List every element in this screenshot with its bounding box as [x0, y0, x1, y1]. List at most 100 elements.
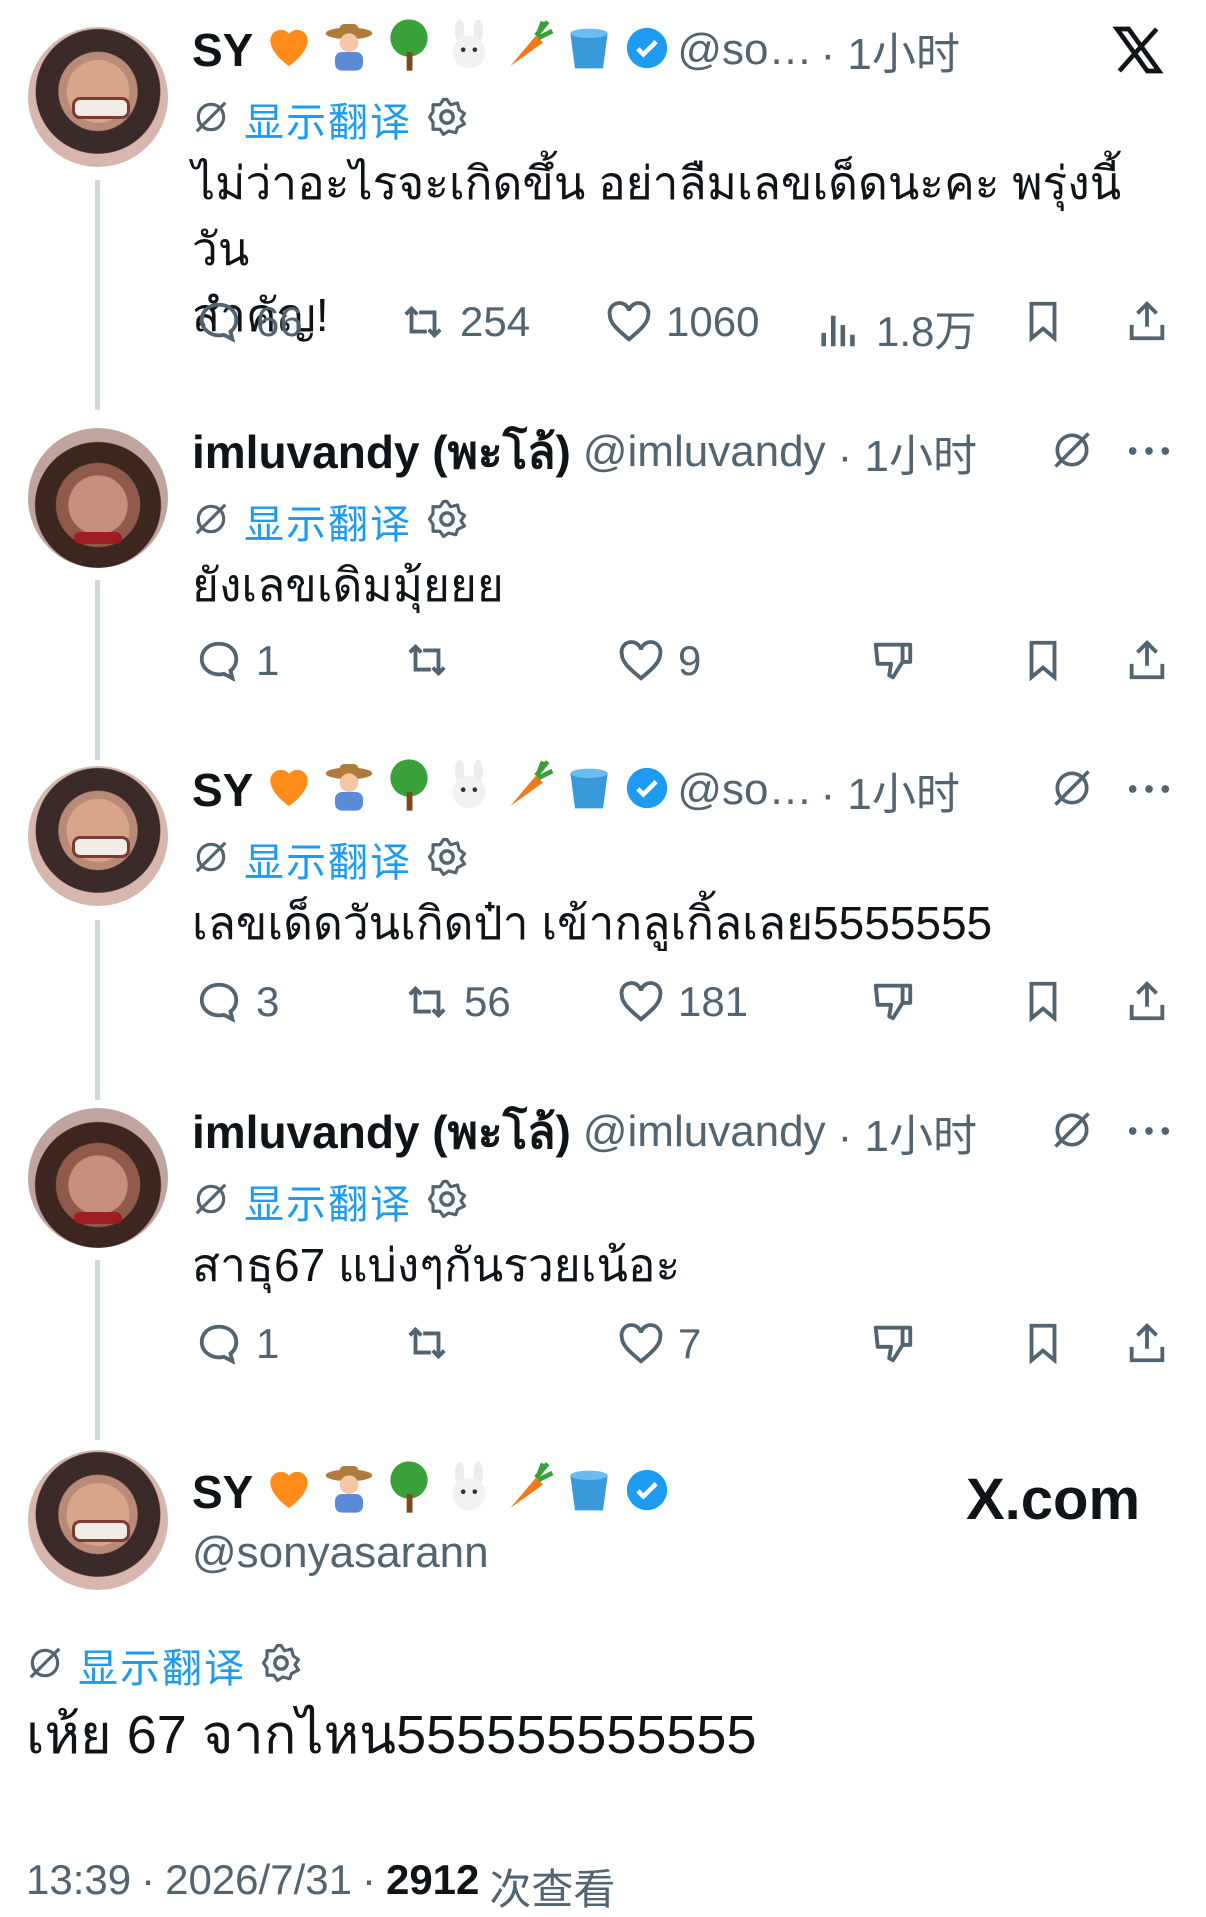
tweet-header: imluvandy (พะโล้) @imluvandy · 1小时	[192, 1100, 977, 1164]
translate-off-icon	[192, 838, 230, 881]
dislike-button[interactable]	[870, 637, 916, 683]
translate-off-icon	[1050, 1108, 1094, 1157]
translate-row: 显示翻译	[192, 1172, 468, 1230]
bookmark-button[interactable]	[1020, 637, 1066, 683]
display-name[interactable]: SY	[192, 1465, 253, 1519]
reply-button[interactable]: 66	[196, 298, 303, 346]
retweet-icon	[404, 305, 442, 339]
display-name[interactable]: SY	[192, 763, 253, 817]
reply-icon	[199, 302, 239, 343]
farmer-icon	[321, 17, 377, 84]
tree-icon	[381, 17, 437, 84]
handle[interactable]: @sonyasarann	[192, 1528, 489, 1578]
tweet-header: imluvandy (พะโล้) @imluvandy · 1小时	[192, 420, 977, 484]
share-button[interactable]	[1124, 637, 1170, 683]
gear-icon[interactable]	[426, 96, 468, 143]
display-name[interactable]: imluvandy (พะโล้)	[192, 1096, 571, 1169]
handle[interactable]: @imluvandy	[583, 427, 826, 477]
avatar[interactable]	[28, 1450, 168, 1590]
reply-button[interactable]: 1	[196, 637, 279, 685]
retweet-button[interactable]	[404, 1320, 450, 1366]
main-tweet-text: เห้ย 67 จากไหน555555555555	[26, 1705, 757, 1765]
timestamp[interactable]: · 1小时	[821, 18, 960, 82]
like-count: 181	[678, 978, 749, 1025]
retweet-icon	[408, 643, 446, 677]
translate-off-icon	[192, 500, 230, 543]
timestamp[interactable]: · 1小时	[821, 758, 960, 822]
tweet-text: สาธุ67 แบ่งๆกันรวยเน้อะ	[192, 1239, 681, 1291]
verified-badge-icon	[625, 766, 669, 815]
share-button[interactable]	[1124, 298, 1170, 344]
main-tweet-header: SY	[192, 1460, 669, 1524]
tweet-meta: 13:39 · 2026/7/31 · 2912 次查看	[26, 1856, 615, 1917]
display-name[interactable]: SY	[192, 23, 253, 77]
bookmark-icon	[1029, 981, 1057, 1023]
show-translation-link[interactable]: 显示翻译	[244, 492, 412, 550]
carrot-icon	[501, 1459, 557, 1526]
gear-icon[interactable]	[426, 498, 468, 545]
reply-icon	[199, 641, 239, 682]
show-translation-link[interactable]: 显示翻译	[244, 830, 412, 888]
like-button[interactable]: 7	[618, 1320, 701, 1368]
retweet-icon	[408, 985, 446, 1019]
display-name[interactable]: imluvandy (พะโล้)	[192, 416, 571, 489]
share-icon	[1129, 1323, 1165, 1363]
bookmark-button[interactable]	[1020, 1320, 1066, 1366]
farmer-icon	[321, 1459, 377, 1526]
verified-badge-icon	[625, 1468, 669, 1517]
tree-icon	[381, 757, 437, 824]
bookmark-button[interactable]	[1020, 978, 1066, 1024]
dislike-button[interactable]	[870, 1320, 916, 1366]
tweet-time[interactable]: 13:39	[26, 1856, 131, 1917]
views-button[interactable]: 1.8万	[816, 298, 976, 359]
show-translation-link[interactable]: 显示翻译	[78, 1636, 246, 1694]
retweet-button[interactable]: 254	[400, 298, 530, 346]
timestamp[interactable]: · 1小时	[838, 420, 977, 484]
thread-line	[95, 920, 100, 1100]
handle[interactable]: @so…	[677, 25, 812, 75]
dislike-button[interactable]	[870, 978, 916, 1024]
gear-icon[interactable]	[260, 1642, 302, 1689]
gear-icon[interactable]	[426, 1178, 468, 1225]
share-button[interactable]	[1124, 978, 1170, 1024]
x-com-brand: X.com	[966, 1467, 1141, 1532]
show-translation-link[interactable]: 显示翻译	[244, 1172, 412, 1230]
share-button[interactable]	[1124, 1320, 1170, 1366]
like-button[interactable]: 9	[618, 637, 701, 685]
retweet-button[interactable]: 56	[404, 978, 511, 1026]
more-options-icon[interactable]	[1126, 444, 1172, 463]
more-options-icon[interactable]	[1126, 1124, 1172, 1143]
avatar[interactable]	[28, 766, 168, 906]
thread-line	[95, 580, 100, 760]
x-logo-icon[interactable]	[1110, 22, 1166, 83]
timestamp[interactable]: · 1小时	[838, 1100, 977, 1164]
show-translation-link[interactable]: 显示翻译	[244, 90, 412, 148]
translate-off-icon	[192, 1180, 230, 1223]
avatar[interactable]	[28, 428, 168, 568]
emoji-group	[261, 17, 617, 84]
tweet-date[interactable]: 2026/7/31	[165, 1856, 352, 1917]
bucket-icon	[561, 17, 617, 84]
more-options-icon[interactable]	[1126, 782, 1172, 801]
thumbs-down-icon	[873, 983, 913, 1021]
share-icon	[1129, 301, 1165, 341]
reply-button[interactable]: 3	[196, 978, 279, 1026]
reply-icon	[199, 1324, 239, 1365]
like-count: 1060	[666, 298, 760, 345]
like-count: 9	[678, 637, 702, 684]
handle[interactable]: @so…	[677, 765, 812, 815]
like-button[interactable]: 1060	[606, 298, 759, 346]
tweet-text: ยังเลขเดิมมุ้ยยย	[192, 559, 504, 611]
avatar[interactable]	[28, 27, 168, 167]
views-count: 1.8万	[876, 308, 977, 355]
tree-icon	[381, 1459, 437, 1526]
handle[interactable]: @imluvandy	[583, 1107, 826, 1157]
translate-row: 显示翻译	[192, 830, 468, 888]
like-button[interactable]: 181	[618, 978, 748, 1026]
reply-button[interactable]: 1	[196, 1320, 279, 1368]
reply-count: 1	[256, 1320, 280, 1367]
retweet-button[interactable]	[404, 637, 450, 683]
gear-icon[interactable]	[426, 836, 468, 883]
avatar[interactable]	[28, 1108, 168, 1248]
bookmark-button[interactable]	[1020, 298, 1066, 344]
